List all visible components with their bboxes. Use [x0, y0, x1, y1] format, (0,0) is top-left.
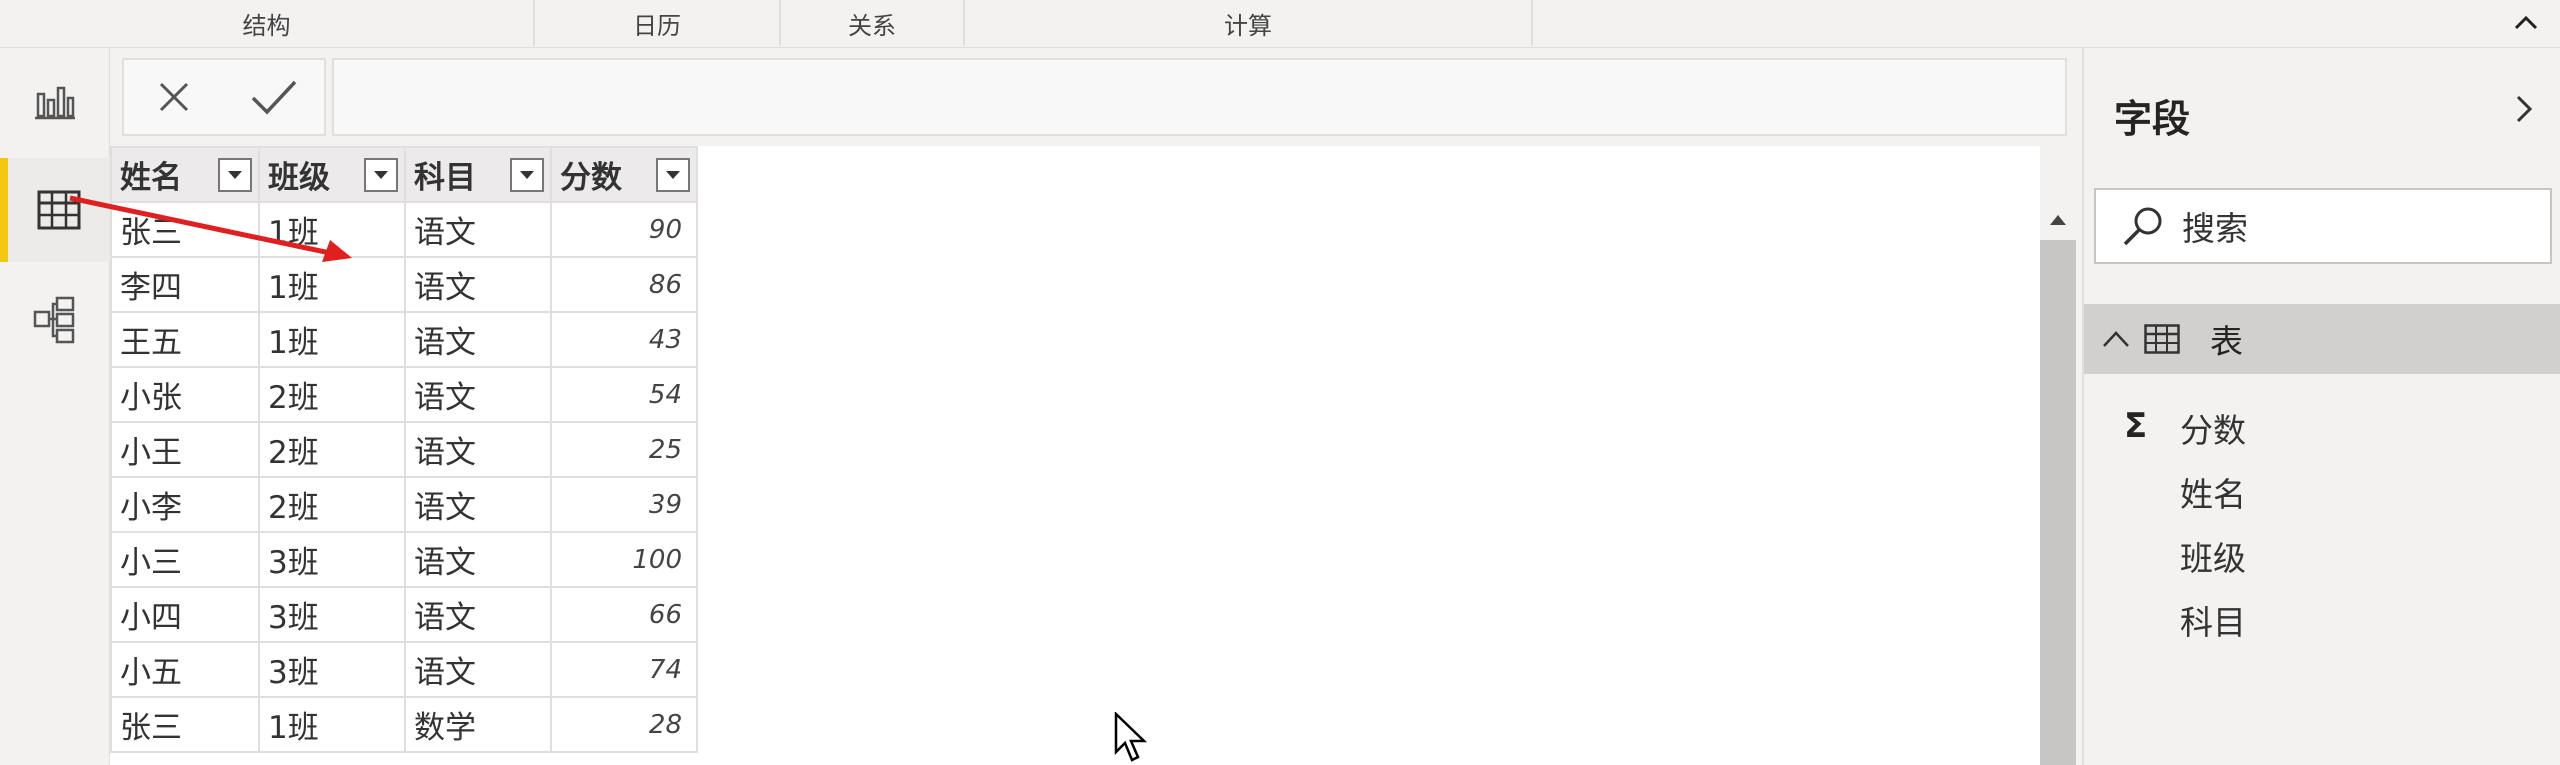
fields-search-input[interactable]: 搜索 — [2094, 188, 2552, 264]
mouse-cursor-icon — [1114, 712, 1148, 762]
search-icon — [2123, 207, 2162, 246]
field-item[interactable]: 班级 — [2180, 532, 2246, 580]
chevron-right-icon — [2516, 95, 2533, 123]
table-icon — [2144, 324, 2180, 354]
table-name: 表 — [2210, 322, 2243, 361]
search-placeholder: 搜索 — [2182, 209, 2248, 248]
table-node[interactable]: 表 — [2084, 304, 2560, 374]
chevron-up-icon[interactable] — [2102, 330, 2130, 348]
field-item[interactable]: 分数 — [2180, 404, 2246, 452]
sigma-icon: Σ — [2124, 406, 2148, 446]
field-item[interactable]: 姓名 — [2180, 468, 2246, 516]
fields-pane-title: 字段 — [2114, 97, 2191, 141]
collapse-fields-pane-button[interactable] — [2504, 86, 2544, 132]
field-item[interactable]: 科目 — [2180, 596, 2246, 644]
fields-pane: 字段 搜索 表 Σ 分数 姓名 班级 科目 — [2082, 48, 2560, 765]
